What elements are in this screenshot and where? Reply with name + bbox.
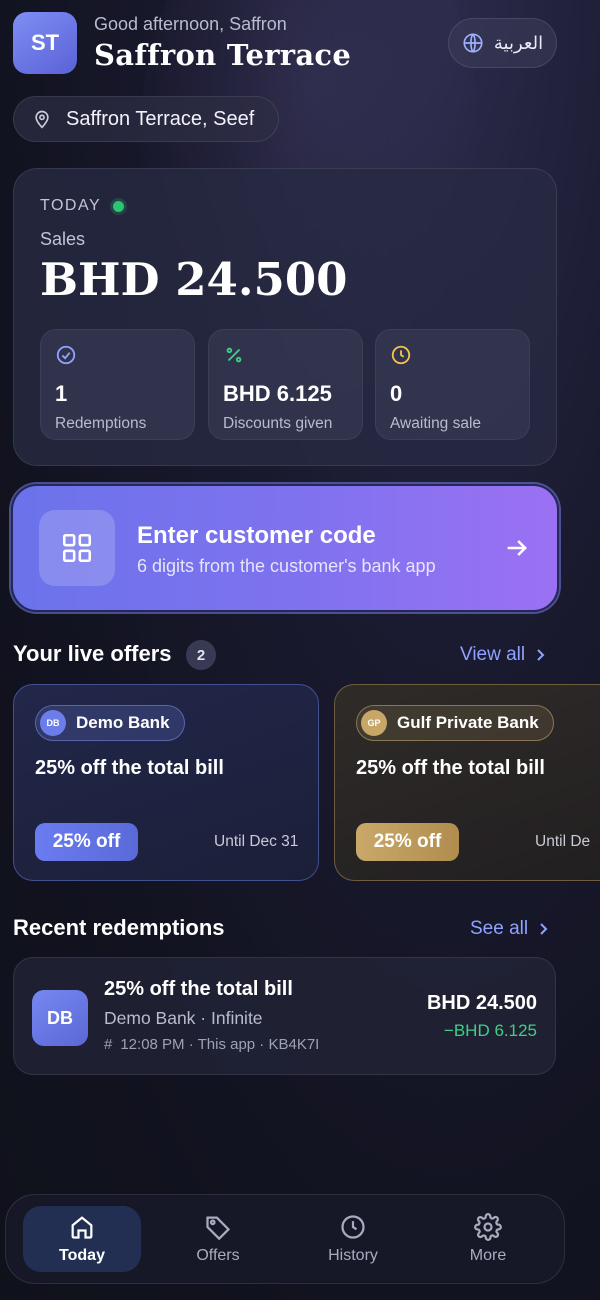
enter-code-title: Enter customer code xyxy=(137,522,376,549)
check-badge-icon xyxy=(56,345,76,365)
bank-name: Demo Bank xyxy=(76,713,170,732)
nav-label: More xyxy=(469,1247,507,1264)
stat-label: Discounts given xyxy=(223,415,333,432)
stat-value: 1 xyxy=(55,381,68,406)
arrow-right-icon xyxy=(507,540,527,556)
bank-chip: DB Demo Bank xyxy=(35,705,185,741)
redemption-amount: BHD 24.500 xyxy=(426,992,537,1014)
location-chip[interactable]: Saffron Terrace, Seef xyxy=(13,96,279,142)
location-label: Saffron Terrace, Seef xyxy=(66,107,255,130)
redemption-discount: −BHD 6.125 xyxy=(443,1021,537,1040)
bank-logo: DB xyxy=(40,710,66,736)
stat-value: 0 xyxy=(390,381,403,406)
nav-more[interactable]: More xyxy=(429,1206,547,1272)
live-status-dot xyxy=(113,200,125,212)
greeting-text: Good afternoon, Saffron xyxy=(94,14,287,34)
language-toggle-button[interactable]: العربية xyxy=(448,18,557,68)
redemption-meta-text: 12:08 PM · This app · KB4K7I xyxy=(120,1036,320,1053)
redemption-title: 25% off the total bill xyxy=(104,978,293,1000)
stat-label: Redemptions xyxy=(55,415,147,432)
offer-title: 25% off the total bill xyxy=(35,757,224,779)
today-label-row: TODAY xyxy=(40,197,125,215)
store-avatar[interactable]: ST xyxy=(13,12,77,74)
offer-expiry: Until De xyxy=(535,833,591,850)
view-all-label: View all xyxy=(460,644,526,665)
redemption-bank: Demo Bank · Infinite xyxy=(104,1008,263,1028)
nav-today[interactable]: Today xyxy=(23,1206,141,1272)
live-offers-title: Your live offers xyxy=(13,641,172,666)
today-label: TODAY xyxy=(40,197,102,214)
hash-icon: # xyxy=(104,1036,113,1053)
store-name: Saffron Terrace xyxy=(94,38,352,72)
sales-label: Sales xyxy=(40,229,86,249)
enter-customer-code-button[interactable]: Enter customer code 6 digits from the cu… xyxy=(11,484,559,612)
offer-expiry: Until Dec 31 xyxy=(214,833,299,850)
see-all-redemptions-link[interactable]: See all xyxy=(470,918,550,940)
recent-redemptions-title: Recent redemptions xyxy=(13,915,225,940)
nav-history[interactable]: History xyxy=(294,1206,412,1272)
gear-icon xyxy=(474,1213,502,1241)
stat-value: BHD 6.125 xyxy=(223,381,332,406)
offer-title: 25% off the total bill xyxy=(356,757,545,779)
nav-offers[interactable]: Offers xyxy=(159,1206,277,1272)
redemption-meta: # 12:08 PM · This app · KB4K7I xyxy=(104,1036,319,1053)
today-summary-card: TODAY Sales BHD 24.500 1 Redemptions BHD… xyxy=(13,168,557,466)
stat-label: Awaiting sale xyxy=(390,415,482,432)
bank-name: Gulf Private Bank xyxy=(397,713,539,732)
percent-icon xyxy=(226,347,242,363)
home-icon xyxy=(71,1216,93,1239)
sales-value: BHD 24.500 xyxy=(40,253,348,306)
clock-icon xyxy=(341,1215,365,1239)
bottom-navigation: Today Offers History More xyxy=(5,1194,565,1284)
discount-pill: 25% off xyxy=(35,823,138,861)
nav-label: History xyxy=(328,1247,378,1264)
bank-chip: GP Gulf Private Bank xyxy=(356,705,554,741)
globe-icon xyxy=(463,33,483,53)
bank-logo: GP xyxy=(361,710,387,736)
stat-redemptions: 1 Redemptions xyxy=(40,329,195,440)
clock-icon xyxy=(391,345,411,365)
bank-avatar: DB xyxy=(32,990,88,1046)
redemption-row[interactable]: DB 25% off the total bill Demo Bank · In… xyxy=(13,957,556,1075)
chevron-right-icon xyxy=(537,649,545,661)
tag-icon xyxy=(206,1216,231,1241)
nav-label: Offers xyxy=(196,1247,240,1264)
location-pin-icon xyxy=(35,110,49,129)
grid-icon xyxy=(39,510,115,586)
discount-pill: 25% off xyxy=(356,823,459,861)
stat-awaiting: 0 Awaiting sale xyxy=(375,329,530,440)
nav-label: Today xyxy=(59,1247,105,1264)
view-all-offers-link[interactable]: View all xyxy=(460,644,547,666)
offer-card[interactable]: DB Demo Bank 25% off the total bill 25% … xyxy=(13,684,319,881)
see-all-label: See all xyxy=(470,918,529,939)
language-label: العربية xyxy=(493,32,544,53)
enter-code-subtitle: 6 digits from the customer's bank app xyxy=(137,556,436,576)
offer-card[interactable]: GP Gulf Private Bank 25% off the total b… xyxy=(334,684,600,881)
stat-discounts: BHD 6.125 Discounts given xyxy=(208,329,363,440)
chevron-right-icon xyxy=(540,923,548,935)
offers-count-badge: 2 xyxy=(186,640,216,670)
